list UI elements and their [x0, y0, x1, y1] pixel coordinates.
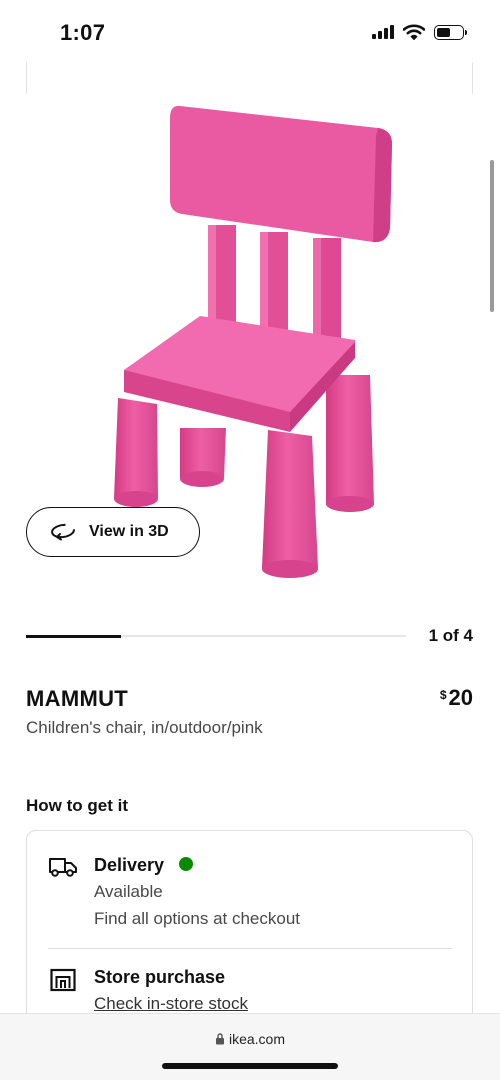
- product-price: $ 20: [440, 685, 473, 711]
- url-text: ikea.com: [228, 1031, 286, 1047]
- status-bar: 1:07: [0, 0, 500, 64]
- how-to-get-title: How to get it: [26, 796, 128, 815]
- delivery-status-dot: [179, 857, 193, 871]
- image-card-edge: [26, 62, 27, 94]
- browser-bottom-bar: ikea.com: [0, 1013, 500, 1080]
- price-amount: 20: [448, 685, 473, 710]
- check-stock-link[interactable]: Check in-store stock: [94, 994, 248, 1014]
- url-bar[interactable]: ikea.com: [0, 1031, 500, 1047]
- signal-icon: [372, 25, 394, 39]
- delivery-status: Available: [94, 882, 163, 901]
- rotate-3d-icon: [51, 523, 75, 541]
- image-card-edge: [472, 62, 473, 94]
- carousel-count: 1 of 4: [428, 626, 473, 645]
- price-currency: $: [439, 688, 447, 702]
- carousel-progress-fill: [26, 634, 121, 638]
- store-purchase-title[interactable]: Store purchase: [94, 967, 225, 988]
- divider: [48, 948, 452, 949]
- view-in-3d-button[interactable]: View in 3D: [26, 507, 200, 557]
- carousel-progress: [26, 634, 406, 638]
- status-icons: [372, 24, 467, 40]
- product-description: Children's chair, in/outdoor/pink: [26, 718, 263, 737]
- delivery-detail: Find all options at checkout: [94, 909, 301, 928]
- battery-icon: [434, 24, 467, 40]
- scroll-indicator[interactable]: [490, 160, 494, 312]
- how-to-get-card: Delivery Available Find all options at c…: [26, 830, 473, 1040]
- delivery-title[interactable]: Delivery: [94, 855, 164, 876]
- truck-icon: [49, 858, 77, 877]
- wifi-icon: [403, 24, 425, 40]
- lock-icon: [215, 1033, 224, 1045]
- product-name: MAMMUT: [26, 686, 128, 711]
- status-time: 1:07: [60, 20, 106, 45]
- store-icon: [50, 968, 76, 992]
- home-indicator[interactable]: [162, 1063, 338, 1069]
- view-in-3d-label: View in 3D: [89, 523, 169, 540]
